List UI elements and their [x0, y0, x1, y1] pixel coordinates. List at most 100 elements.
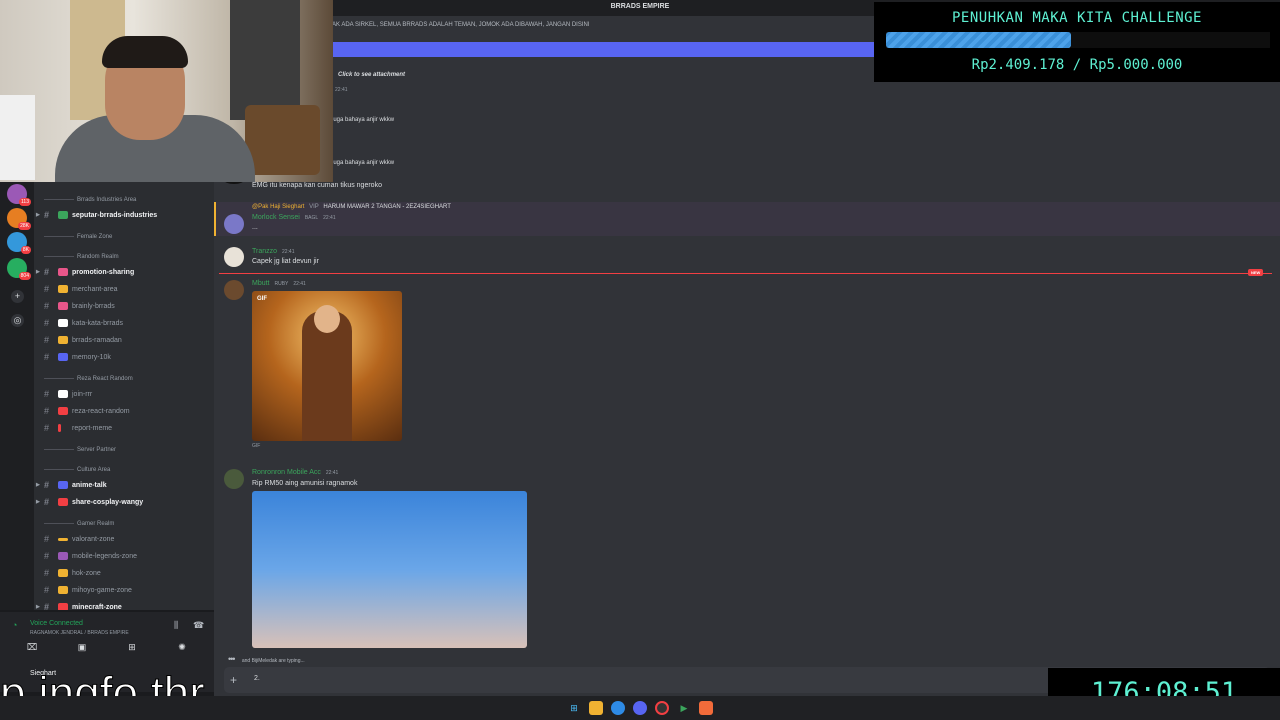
hash-icon: # — [44, 480, 50, 490]
attachment-link[interactable]: Click to see attachment — [338, 72, 405, 78]
channel-label: seputar-brrads-industries — [72, 211, 158, 219]
hash-icon: # — [44, 210, 50, 220]
timestamp: 22:41 — [325, 470, 339, 476]
gif-caption: GIF — [252, 443, 261, 449]
category-brrads-industries[interactable]: Brrads Industries Area — [44, 197, 136, 203]
channel-report-meme[interactable]: # report-meme — [44, 421, 214, 435]
avatar[interactable] — [224, 247, 244, 267]
hash-icon: # — [44, 284, 50, 294]
server-icon[interactable]: 8K — [7, 232, 31, 254]
challenge-title: PENUHKAN MAKA KITA CHALLENGE — [951, 10, 1202, 26]
server-icon[interactable]: 113 — [7, 184, 31, 206]
file-explorer-icon[interactable] — [589, 701, 603, 715]
channel-brrads-ramadan[interactable]: # brrads-ramadan — [44, 333, 214, 347]
avatar[interactable] — [224, 469, 244, 489]
timestamp: 22:41 — [323, 215, 336, 221]
announcement-banner[interactable] — [332, 42, 875, 57]
category-server-partner[interactable]: Server Partner — [44, 447, 116, 453]
reply-preview[interactable]: @Pak Haji Sieghart VIP HARUM MAWAR 2 TAN… — [252, 204, 451, 210]
message-text: Rip RM50 aing amunisi ragnamok — [252, 480, 358, 487]
mention-badge: 28K — [18, 222, 31, 230]
hash-icon: # — [44, 267, 50, 277]
server-icon[interactable]: 804 — [7, 258, 31, 280]
soundboard-icon[interactable]: ✺ — [162, 642, 202, 656]
obs-icon[interactable] — [655, 701, 669, 715]
channel-emoji-icon — [58, 569, 68, 577]
activities-icon[interactable]: ⊞ — [112, 642, 152, 656]
add-attachment-icon[interactable]: + — [230, 673, 237, 687]
channel-emoji-icon — [58, 407, 68, 415]
disconnect-icon[interactable]: ☎ — [193, 620, 204, 631]
channel-brainly-brrads[interactable]: # brainly-brrads — [44, 299, 214, 313]
server-icon[interactable]: 28K — [7, 208, 31, 230]
add-server-icon[interactable]: + — [11, 290, 24, 303]
hash-icon: # — [44, 318, 50, 328]
new-badge: NEW — [1248, 269, 1264, 276]
channel-join-rrr[interactable]: # join-rrr — [44, 387, 214, 401]
timestamp: 22:41 — [293, 281, 306, 287]
webcam-person-hair — [102, 36, 188, 68]
category-reza-react-random[interactable]: Reza React Random — [44, 376, 133, 382]
avatar[interactable] — [224, 214, 244, 234]
composer-input[interactable]: 2. — [254, 675, 260, 682]
author-name[interactable]: Morlock Sensei — [252, 214, 300, 221]
channel-mobile-legends-zone[interactable]: # mobile-legends-zone — [44, 549, 214, 563]
image-attachment[interactable] — [252, 491, 527, 648]
author-name[interactable]: Ronronron Mobile Acc — [252, 469, 321, 476]
avatar[interactable] — [224, 280, 244, 300]
channel-label: brrads-ramadan — [72, 336, 122, 344]
channel-minecraft-zone[interactable]: ▶ # minecraft-zone — [36, 600, 214, 610]
brave-browser-icon[interactable] — [699, 701, 713, 715]
channel-kata-kata-brrads[interactable]: # kata-kata-brrads — [44, 316, 214, 330]
goal-progress-fill — [886, 32, 1071, 48]
message-text: Capek jg liat devun jir — [252, 258, 319, 265]
typing-indicator: ••• and BijiMeledak are typing... — [228, 654, 305, 664]
category-culture-area[interactable]: Culture Area — [44, 467, 110, 473]
channel-emoji-icon — [58, 481, 68, 489]
channel-mihoyo-game-zone[interactable]: # mihoyo-game-zone — [44, 583, 214, 597]
channel-label: hok-zone — [72, 569, 101, 577]
mention-badge: 8K — [20, 246, 31, 254]
hash-icon: # — [44, 406, 50, 416]
channel-label: promotion-sharing — [72, 268, 135, 276]
timestamp: 22:41 — [281, 249, 295, 255]
voice-status[interactable]: Voice Connected — [30, 620, 83, 627]
channel-emoji-icon — [58, 336, 68, 344]
message-header: Ronronron Mobile Acc 22:41 — [252, 469, 338, 476]
role-badge: VIP — [309, 204, 319, 210]
channel-emoji-icon — [58, 537, 68, 541]
camera-off-icon[interactable]: ⌧ — [12, 642, 52, 656]
channel-anime-talk[interactable]: ▶ # anime-talk — [36, 478, 214, 492]
noise-suppression-icon[interactable]: ⫼ — [174, 620, 178, 631]
expand-icon: ▶ — [36, 269, 40, 275]
edge-browser-icon[interactable] — [611, 701, 625, 715]
channel-hok-zone[interactable]: # hok-zone — [44, 566, 214, 580]
channel-memory-10k[interactable]: # memory-10k — [44, 350, 214, 364]
gif-attachment[interactable]: GIF — [252, 291, 402, 441]
explore-icon[interactable]: ◎ — [11, 314, 24, 327]
author-name[interactable]: Mbutt — [252, 280, 270, 287]
reply-text: HARUM MAWAR 2 TANGAN - 2EZ4SIEGHART — [323, 204, 451, 210]
channel-seputar-brrads-industries[interactable]: ▶ # seputar-brrads-industries — [36, 208, 214, 222]
new-messages-divider — [219, 273, 1272, 274]
channel-merchant-area[interactable]: # merchant-area — [44, 282, 214, 296]
screen-share-icon[interactable]: ▣ — [62, 642, 102, 656]
discord-icon[interactable] — [633, 701, 647, 715]
message-header: Morlock Sensei BAGL 22:41 — [252, 214, 336, 221]
channel-reza-react-random[interactable]: # reza-react-random — [44, 404, 214, 418]
voice-channel[interactable]: RAGNAMOK JENDRAL / BRRADS EMPIRE — [30, 630, 129, 636]
hash-icon: # — [44, 585, 50, 595]
channel-label: mihoyo-game-zone — [72, 586, 132, 594]
message-meta: 22:41 — [332, 86, 348, 93]
channel-share-cosplay-wangy[interactable]: ▶ # share-cosplay-wangy — [36, 495, 214, 509]
channel-promotion-sharing[interactable]: ▶ # promotion-sharing — [36, 265, 214, 279]
role-badge: RUBY — [274, 281, 289, 287]
category-female-zone[interactable]: Female Zone — [44, 234, 112, 240]
category-random-realm[interactable]: Random Realm — [44, 254, 119, 260]
channel-valorant-zone[interactable]: # valorant-zone — [44, 532, 214, 546]
windows-start-icon[interactable]: ⊞ — [567, 701, 581, 715]
mention-badge: 113 — [19, 198, 31, 206]
author-name[interactable]: Tranzzo — [252, 248, 277, 255]
play-icon[interactable]: ▶ — [677, 701, 691, 715]
category-gamer-realm[interactable]: Gamer Realm — [44, 521, 114, 527]
